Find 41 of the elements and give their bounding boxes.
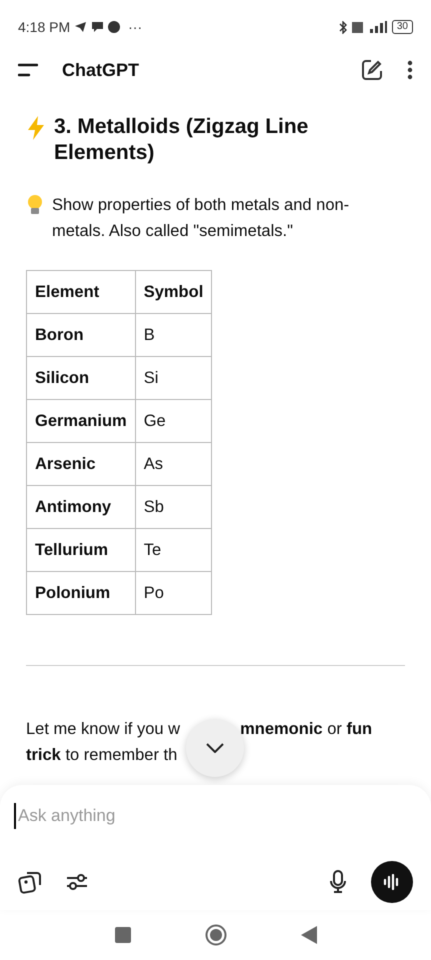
table-cell: Si [135, 356, 212, 400]
table-cell: Boron [26, 314, 136, 356]
table-cell: Germanium [26, 400, 136, 442]
circle-app-icon [108, 21, 120, 33]
home-button[interactable] [204, 923, 226, 947]
table-cell: Te [135, 528, 212, 572]
table-cell: Arsenic [26, 442, 136, 486]
back-button[interactable] [300, 923, 316, 947]
send-icon [74, 21, 88, 33]
waveform-icon [383, 874, 401, 890]
table-cell: As [135, 442, 212, 486]
table-cell: Tellurium [26, 528, 136, 572]
chat-bubble-icon [91, 21, 104, 33]
message-text: mnemonic or fun [240, 719, 372, 740]
table-cell: Sb [135, 486, 212, 528]
battery-level: 30 [392, 20, 413, 34]
app-title: ChatGPT [62, 58, 140, 82]
section-heading: 3. Metalloids (Zigzag Line Elements) [54, 114, 310, 166]
table-cell: Ge [135, 400, 212, 442]
lightning-icon [26, 116, 46, 140]
table-cell: Silicon [26, 356, 136, 400]
more-options-button[interactable] [407, 58, 413, 82]
bluetooth-icon [338, 20, 348, 34]
message-text: Let me know if you w [26, 719, 180, 740]
table-cell: B [135, 314, 212, 356]
image-gallery-button[interactable] [18, 870, 42, 894]
description-paragraph: Show properties of both metals and non-metals. Also called "semimetals." [52, 195, 350, 242]
new-chat-button[interactable] [361, 58, 383, 82]
table-cell: Polonium [26, 572, 136, 614]
light-bulb-icon [26, 194, 44, 216]
status-time: 4:18 PM [18, 18, 70, 36]
more-notifications: ··· [128, 18, 142, 36]
signal-icon [352, 21, 388, 33]
chevron-down-icon [206, 743, 224, 753]
microphone-button[interactable] [329, 870, 347, 894]
voice-mode-button[interactable] [371, 861, 413, 903]
table-cell: Antimony [26, 486, 136, 528]
table-cell: Po [135, 572, 212, 614]
message-text: trick to remember th [26, 745, 178, 766]
column-header: Element [26, 270, 136, 314]
column-header: Symbol [135, 270, 212, 314]
